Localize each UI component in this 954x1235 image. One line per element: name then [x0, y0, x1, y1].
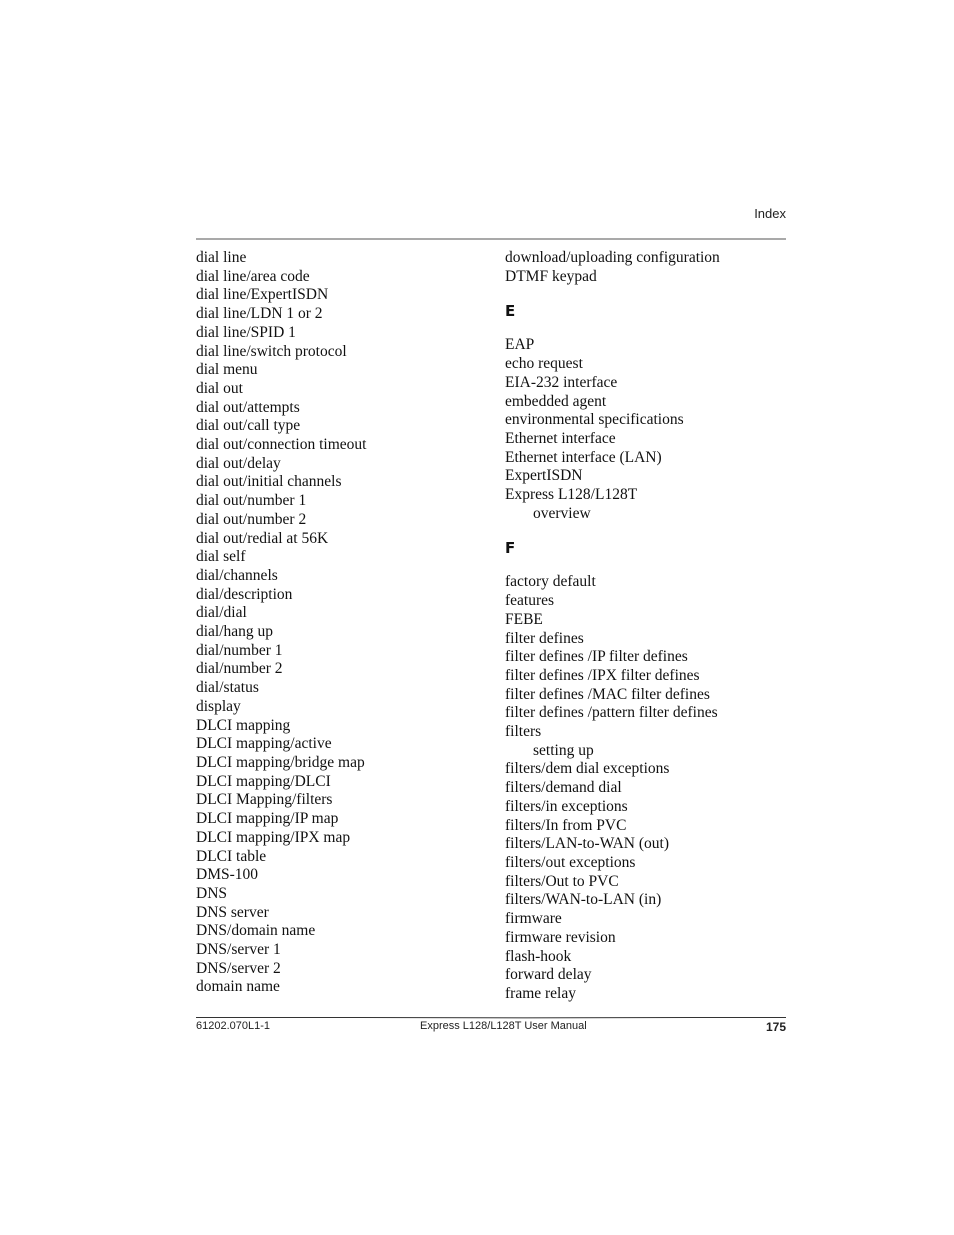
- index-entry: DTMF keypad: [505, 267, 597, 285]
- index-entry: firmware revision: [505, 928, 616, 946]
- index-entry: filter defines /IPX filter defines: [505, 666, 700, 684]
- index-entry: DNS/server 1: [196, 941, 281, 959]
- index-entry: dial self: [196, 548, 246, 566]
- header-rule: [196, 238, 786, 240]
- index-entry: dial out/attempts: [196, 398, 300, 416]
- index-entry: dial out/initial channels: [196, 473, 342, 491]
- index-entry: factory default: [505, 573, 596, 591]
- index-entry: dial line/switch protocol: [196, 342, 347, 360]
- index-entry: DMS-100: [196, 866, 259, 884]
- index-entry: DNS: [196, 884, 228, 902]
- index-entry: DLCI table: [196, 847, 267, 865]
- index-entry: Ethernet interface: [505, 429, 616, 447]
- index-entry: dial menu: [196, 361, 258, 379]
- index-entry: dial line/area code: [196, 267, 310, 285]
- index-entry: dial/hang up: [196, 623, 274, 641]
- index-entry: filters/In from PVC: [505, 816, 627, 834]
- index-entry: forward delay: [505, 966, 592, 984]
- index-entry: filter defines /MAC filter defines: [505, 685, 710, 703]
- index-entry: EAP: [505, 336, 535, 354]
- index-column-left: dial line dial line/area code dial line/Ex…: [196, 249, 486, 997]
- index-entry: filters: [505, 723, 542, 741]
- index-entry: DLCI mapping/DLCI: [196, 772, 331, 790]
- index-entry: DLCI mapping/bridge map: [196, 753, 365, 771]
- index-entry: DLCI mapping/IPX map: [196, 828, 351, 846]
- index-entry: echo request: [505, 355, 583, 373]
- index-entry: dial out/delay: [196, 454, 281, 472]
- index-entry: filters/Out to PVC: [505, 872, 619, 890]
- index-entry: embedded agent: [505, 392, 607, 410]
- index-entry: dial out/call type: [196, 417, 301, 435]
- index-entry: dial/dial: [196, 604, 247, 622]
- running-header-section: Index: [754, 206, 786, 221]
- index-entry: DNS/server 2: [196, 959, 281, 977]
- index-entry: dial/number 2: [196, 660, 283, 678]
- index-entry: filters/WAN-to-LAN (in): [505, 891, 662, 909]
- index-entry: dial out/number 1: [196, 492, 307, 510]
- index-entry: dial line/LDN 1 or 2: [196, 305, 323, 323]
- index-entry: filter defines /pattern filter defines: [505, 704, 718, 722]
- index-entry: filters/LAN-to-WAN (out): [505, 835, 669, 853]
- index-entry: dial out/number 2: [196, 510, 307, 528]
- index-subentry: setting up: [533, 741, 594, 759]
- index-entry: filters/out exceptions: [505, 853, 636, 871]
- index-letter-heading: E: [505, 302, 516, 321]
- index-entry: DLCI mapping/active: [196, 735, 332, 753]
- index-entry: dial out: [196, 379, 243, 397]
- index-entry: dial line/SPID 1: [196, 323, 296, 341]
- index-entry: DLCI Mapping/filters: [196, 791, 333, 809]
- index-entry: EIA-232 interface: [505, 373, 618, 391]
- index-entry: filter defines: [505, 629, 584, 647]
- index-entry: dial line: [196, 249, 247, 266]
- index-entry: Ethernet interface (LAN): [505, 448, 662, 466]
- index-entry: dial out/connection timeout: [196, 436, 367, 454]
- index-entry: frame relay: [505, 984, 576, 1002]
- index-entry: dial out/redial at 56K: [196, 529, 329, 547]
- index-entry: DLCI mapping: [196, 716, 291, 734]
- index-entry: dial/number 1: [196, 641, 283, 659]
- index-entry: dial line/ExpertISDN: [196, 286, 329, 304]
- index-entry: Express L128/L128T: [505, 486, 638, 504]
- index-entry: dial/description: [196, 585, 293, 603]
- index-entry: dial/channels: [196, 566, 278, 584]
- index-entry: FEBE: [505, 610, 543, 628]
- index-entry: filters/in exceptions: [505, 797, 628, 815]
- footer-rule-shade: [360, 1017, 690, 1019]
- index-entry: features: [505, 592, 555, 610]
- footer-doc-number: 61202.070L1-1: [196, 1020, 271, 1032]
- index-entry: domain name: [196, 978, 280, 996]
- index-entry: DLCI mapping/IP map: [196, 810, 339, 828]
- index-entry: filters/demand dial: [505, 779, 622, 797]
- index-subentry: overview: [533, 504, 591, 522]
- index-entry: DNS/domain name: [196, 922, 316, 940]
- index-column-right: download/uploading configuration DTMF key…: [505, 249, 795, 1004]
- index-entry: dial/status: [196, 679, 259, 697]
- footer-manual-title: Express L128/L128T User Manual: [420, 1020, 587, 1032]
- index-entry: environmental specifications: [505, 411, 684, 429]
- index-entry: filters/dem dial exceptions: [505, 760, 670, 778]
- index-entry: flash-hook: [505, 947, 572, 965]
- index-entry: firmware: [505, 910, 562, 928]
- index-entry: display: [196, 697, 241, 715]
- index-letter-heading: F: [505, 539, 516, 558]
- index-entry: download/uploading configuration: [505, 249, 720, 266]
- index-entry: filter defines /IP filter defines: [505, 648, 688, 666]
- index-entry: ExpertISDN: [505, 467, 583, 485]
- footer-page-number: 175: [765, 1020, 786, 1034]
- index-entry: DNS server: [196, 903, 269, 921]
